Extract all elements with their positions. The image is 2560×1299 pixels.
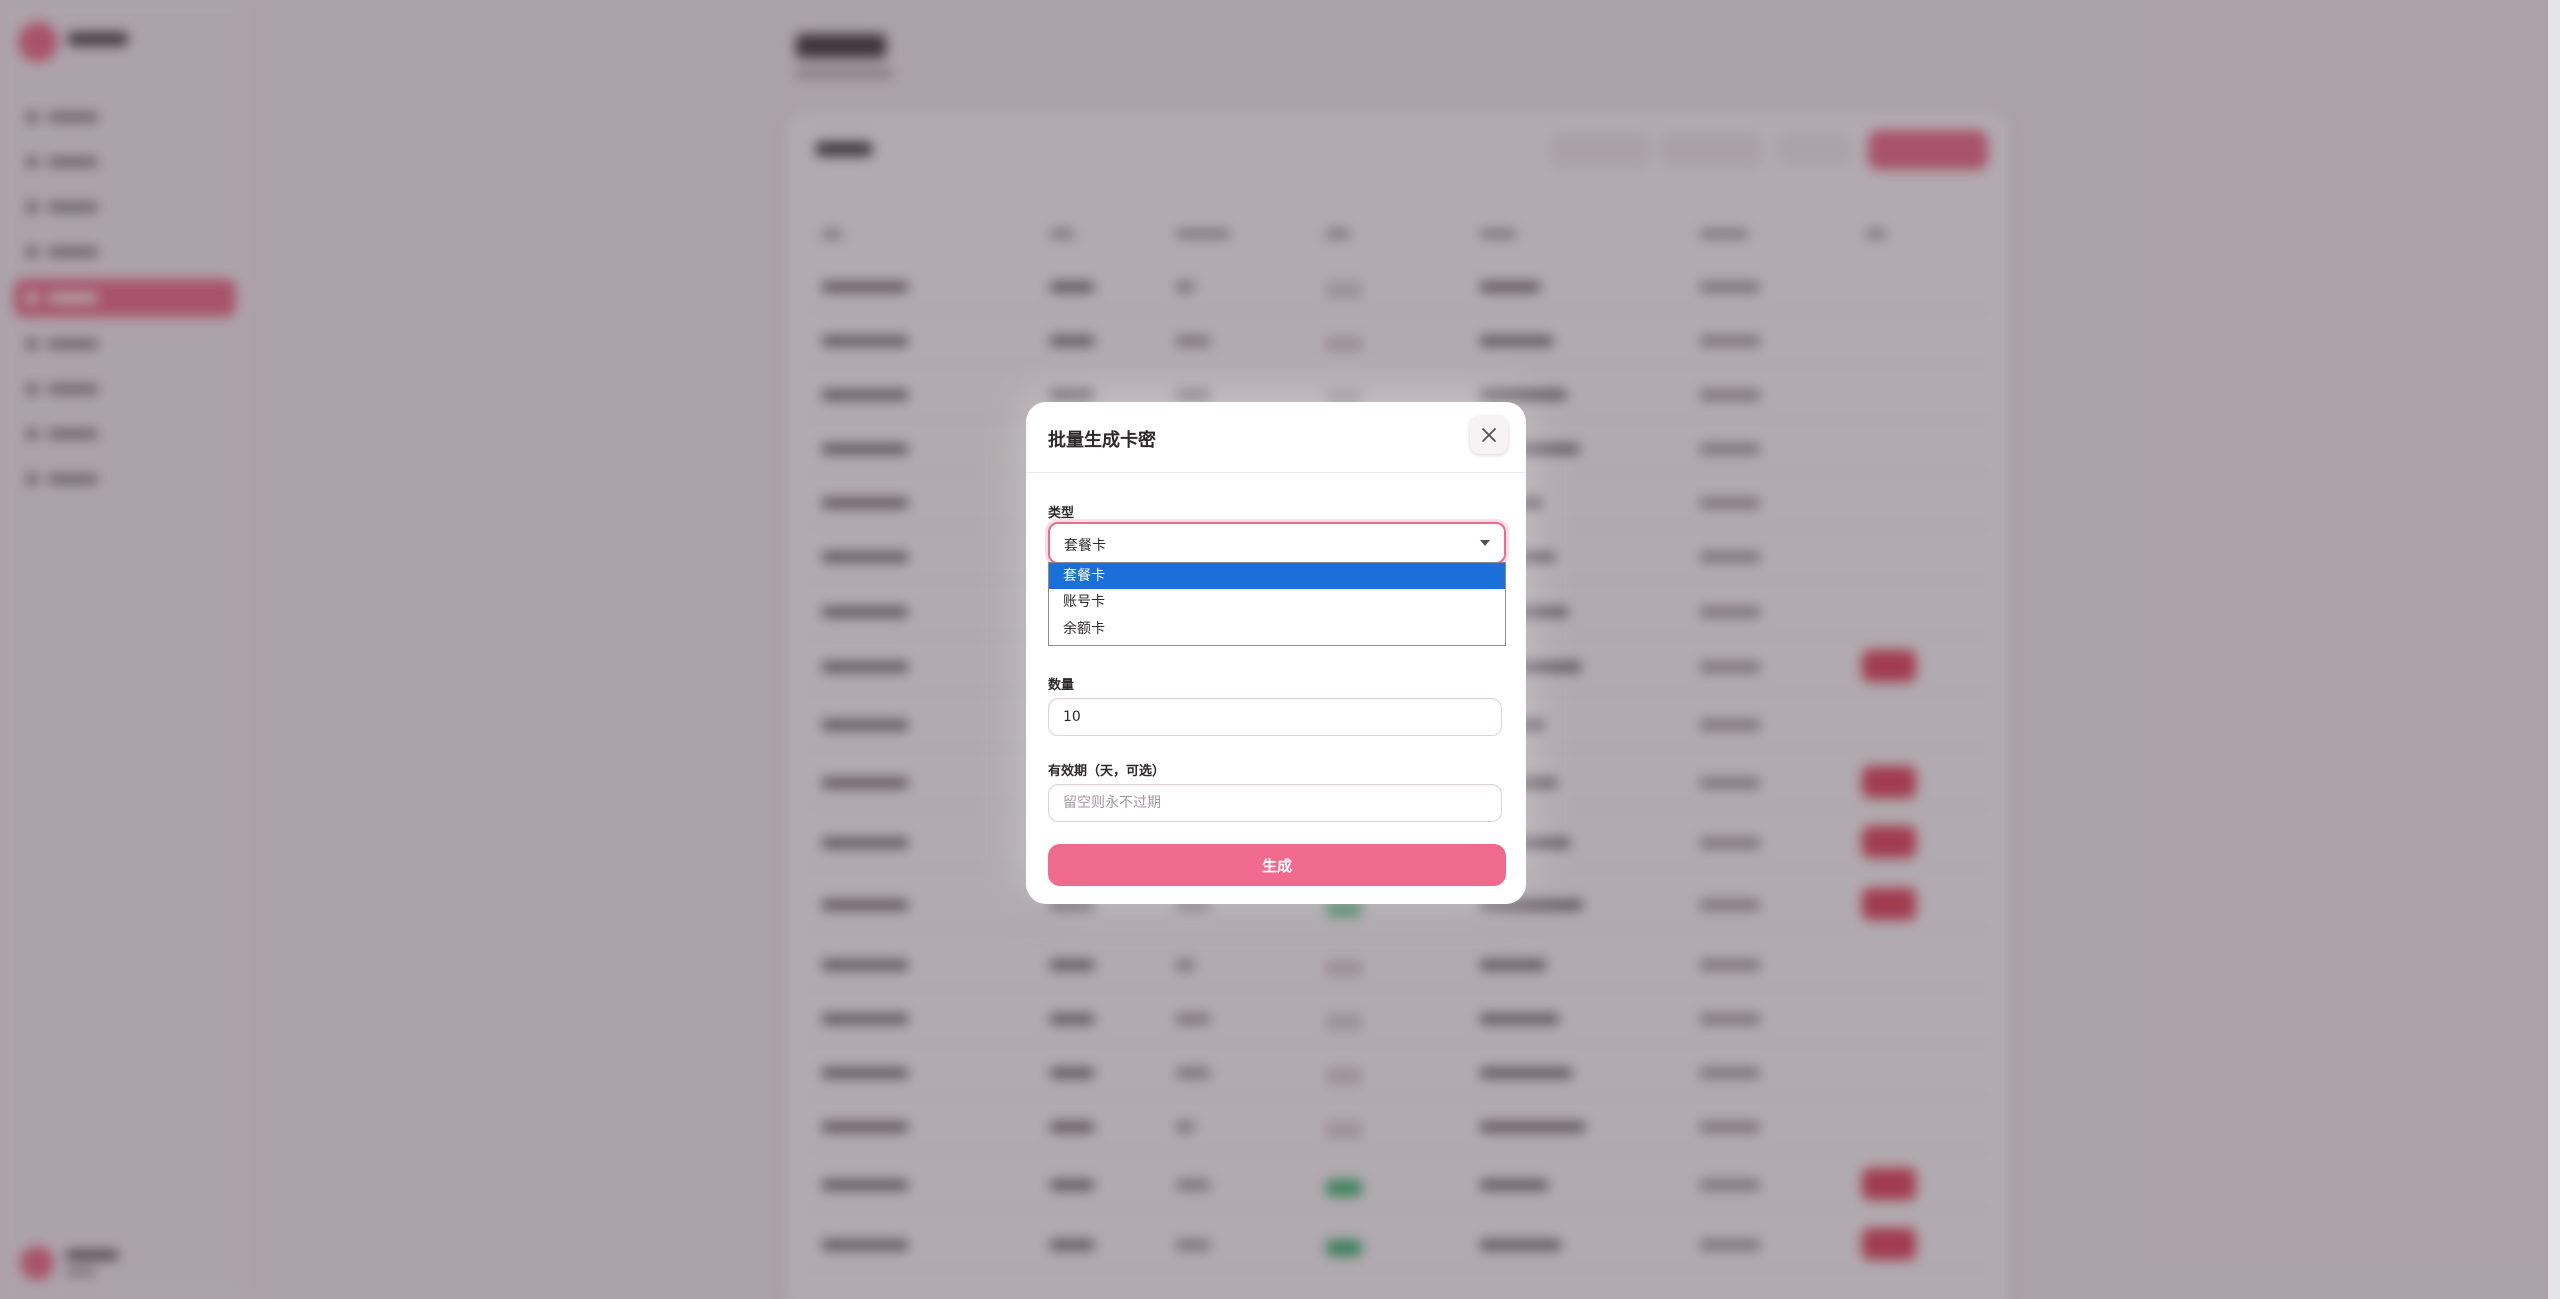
close-button[interactable] xyxy=(1470,416,1508,454)
validity-label: 有效期（天，可选） xyxy=(1048,764,1166,779)
validity-days-input[interactable] xyxy=(1048,784,1502,822)
dropdown-option-package-card[interactable]: 套餐卡 xyxy=(1049,563,1505,589)
page-scrollbar[interactable] xyxy=(2548,0,2560,1299)
modal-header: 批量生成卡密 xyxy=(1026,402,1526,473)
close-icon xyxy=(1482,428,1496,442)
type-label: 类型 xyxy=(1048,506,1075,521)
modal-title: 批量生成卡密 xyxy=(1048,430,1156,451)
generate-button[interactable]: 生成 xyxy=(1048,844,1506,886)
quantity-label: 数量 xyxy=(1048,678,1075,693)
type-dropdown-list: 套餐卡 账号卡 余额卡 xyxy=(1048,562,1506,646)
type-select-value: 套餐卡 xyxy=(1064,538,1106,554)
batch-generate-modal: 批量生成卡密 类型 套餐卡 套餐卡 账号卡 余额卡 数量 有效期（天，可选） 生… xyxy=(1026,402,1526,904)
quantity-input[interactable] xyxy=(1048,698,1502,736)
chevron-down-icon xyxy=(1480,540,1490,546)
type-select[interactable]: 套餐卡 xyxy=(1048,522,1506,564)
dropdown-option-balance-card[interactable]: 余额卡 xyxy=(1049,616,1505,642)
dropdown-option-account-card[interactable]: 账号卡 xyxy=(1049,589,1505,615)
